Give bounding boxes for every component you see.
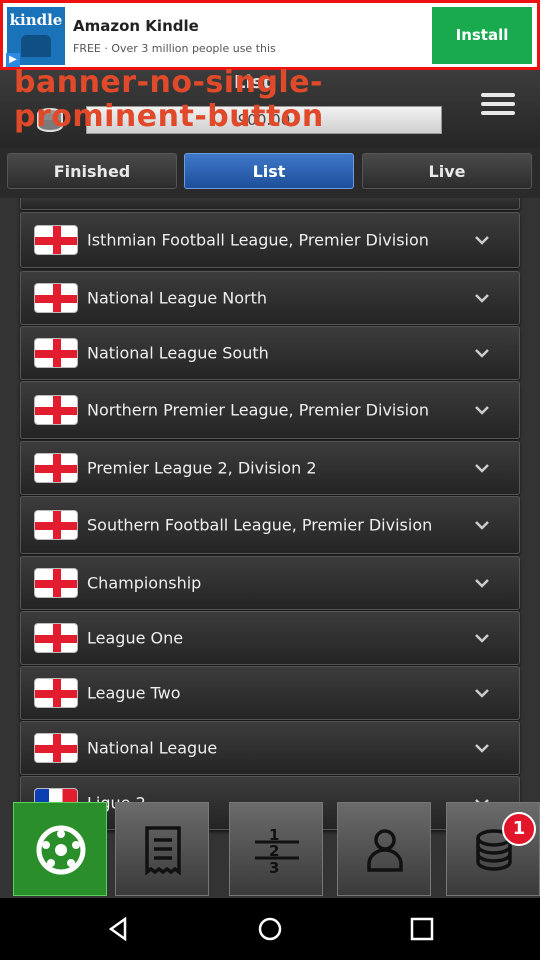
- england-flag-icon: [34, 733, 78, 763]
- chevron-down-icon[interactable]: [475, 461, 489, 475]
- england-flag-icon: [34, 395, 78, 425]
- chevron-down-icon[interactable]: [475, 233, 489, 247]
- nav-profile-button[interactable]: [337, 802, 431, 896]
- ad-banner[interactable]: kindle ▶ Amazon Kindle FREE · Over 3 mil…: [0, 0, 540, 70]
- league-name: National League North: [87, 288, 268, 308]
- list-item[interactable]: Championship: [20, 556, 520, 610]
- league-name: National League: [87, 738, 218, 758]
- league-list[interactable]: Isthmian Football League, Premier Divisi…: [0, 198, 540, 898]
- overlay-label: banner-no-single-prominent-button: [14, 65, 324, 134]
- england-flag-icon: [34, 225, 78, 255]
- league-name: Isthmian Football League, Premier Divisi…: [87, 230, 429, 250]
- league-name: National League South: [87, 343, 269, 363]
- list-item-partial[interactable]: [20, 198, 520, 210]
- list-item[interactable]: National League South: [20, 326, 520, 380]
- chevron-down-icon[interactable]: [475, 686, 489, 700]
- chevron-down-icon[interactable]: [475, 403, 489, 417]
- nav-table-button[interactable]: 1 2 3: [229, 802, 323, 896]
- svg-text:2: 2: [269, 842, 279, 860]
- league-name: Championship: [87, 573, 202, 593]
- nav-bets-button[interactable]: [115, 802, 209, 896]
- list-item[interactable]: Northern Premier League, Premier Divisio…: [20, 381, 520, 439]
- league-name: Northern Premier League, Premier Divisio…: [87, 400, 430, 420]
- league-name: League One: [87, 628, 184, 648]
- england-flag-icon: [34, 510, 78, 540]
- chevron-down-icon[interactable]: [475, 741, 489, 755]
- chevron-down-icon[interactable]: [475, 631, 489, 645]
- back-icon[interactable]: [105, 916, 131, 942]
- tab-bar: Finished List Live: [0, 148, 540, 196]
- ad-subtitle: FREE · Over 3 million people use this: [73, 42, 276, 55]
- install-button[interactable]: Install: [432, 7, 532, 64]
- chevron-down-icon[interactable]: [475, 291, 489, 305]
- list-item[interactable]: League Two: [20, 666, 520, 720]
- tab-live[interactable]: Live: [362, 153, 532, 189]
- england-flag-icon: [34, 678, 78, 708]
- list-item[interactable]: Isthmian Football League, Premier Divisi…: [20, 212, 520, 268]
- one-two-three-icon: 1 2 3: [255, 826, 299, 877]
- chevron-down-icon[interactable]: [475, 576, 489, 590]
- league-name: Premier League 2, Division 2: [87, 458, 317, 478]
- chevron-down-icon[interactable]: [475, 346, 489, 360]
- profile-icon: [367, 829, 403, 872]
- app-screen: kindle ▶ Amazon Kindle FREE · Over 3 mil…: [0, 0, 540, 960]
- system-navigation-bar: [0, 898, 540, 960]
- england-flag-icon: [34, 623, 78, 653]
- ad-title: Amazon Kindle: [73, 17, 199, 35]
- bottom-nav: 1 2 3: [0, 800, 540, 898]
- nav-matches-button[interactable]: [13, 802, 107, 896]
- league-name: League Two: [87, 683, 181, 703]
- england-flag-icon: [34, 453, 78, 483]
- tab-finished[interactable]: Finished: [7, 153, 177, 189]
- ad-logo-text: kindle: [9, 11, 63, 29]
- list-item[interactable]: Premier League 2, Division 2: [20, 441, 520, 495]
- list-item[interactable]: Southern Football League, Premier Divisi…: [20, 496, 520, 554]
- england-flag-icon: [34, 338, 78, 368]
- receipt-icon: [145, 826, 181, 876]
- home-icon[interactable]: [257, 916, 283, 942]
- notification-badge: 1: [502, 812, 536, 846]
- list-item[interactable]: National League: [20, 721, 520, 775]
- chevron-down-icon[interactable]: [475, 518, 489, 532]
- list-item[interactable]: League One: [20, 611, 520, 665]
- svg-text:3: 3: [269, 859, 279, 877]
- england-flag-icon: [34, 568, 78, 598]
- league-name: Southern Football League, Premier Divisi…: [87, 515, 433, 535]
- tab-list[interactable]: List: [184, 153, 354, 189]
- england-flag-icon: [34, 283, 78, 313]
- list-item[interactable]: National League North: [20, 271, 520, 325]
- recents-icon[interactable]: [409, 916, 435, 942]
- soccer-ball-icon: [36, 825, 86, 875]
